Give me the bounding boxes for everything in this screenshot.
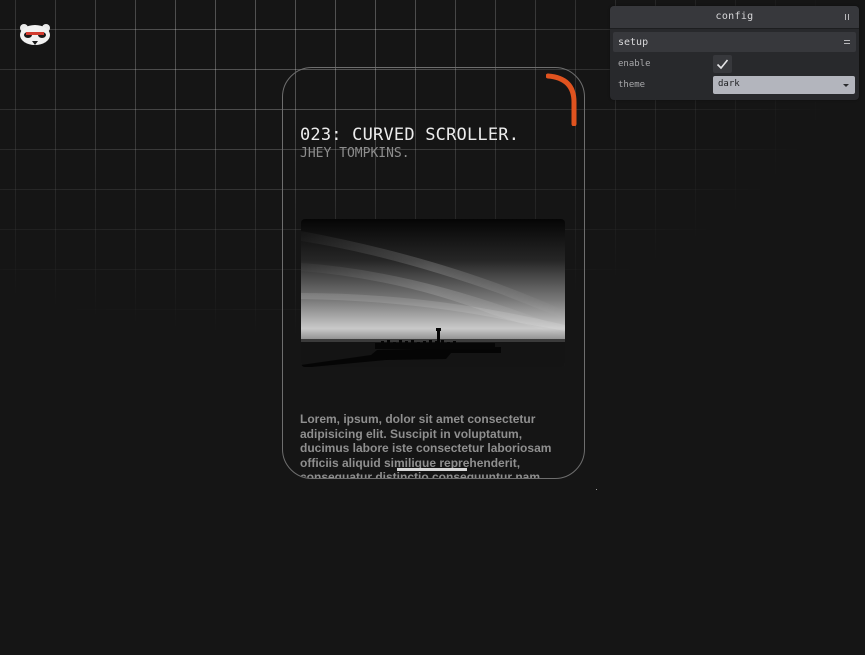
config-panel: config setup enable theme dark xyxy=(610,6,859,100)
drag-handle-icon[interactable] xyxy=(844,40,850,45)
chevron-down-icon xyxy=(843,84,849,87)
setup-section-title: setup xyxy=(618,37,649,48)
theme-select[interactable]: dark xyxy=(713,76,855,94)
enable-label: enable xyxy=(618,59,651,69)
pause-icon[interactable] xyxy=(845,14,850,20)
pier-sunset-photo xyxy=(301,219,565,367)
theme-select-value: dark xyxy=(718,79,740,89)
theme-row: theme dark xyxy=(613,75,856,96)
config-panel-bottom xyxy=(610,96,859,100)
theme-label: theme xyxy=(618,80,646,90)
config-title: config xyxy=(715,11,754,22)
card-author: JHEY TOMPKINS. xyxy=(300,146,410,161)
enable-row: enable xyxy=(613,54,856,75)
config-header[interactable]: config xyxy=(610,6,859,29)
card-title: 023: CURVED SCROLLER. xyxy=(300,125,520,145)
panda-logo-icon[interactable] xyxy=(18,22,52,48)
cursor-dot xyxy=(596,489,597,490)
curved-scroller-card[interactable]: 023: CURVED SCROLLER. JHEY TOMPKINS. Lor… xyxy=(282,67,585,479)
scroll-progress-bar xyxy=(397,468,467,471)
enable-checkbox[interactable] xyxy=(713,55,732,73)
curved-scroll-indicator[interactable] xyxy=(545,72,578,127)
checkmark-icon xyxy=(716,59,729,70)
setup-section-header[interactable]: setup xyxy=(613,32,856,52)
